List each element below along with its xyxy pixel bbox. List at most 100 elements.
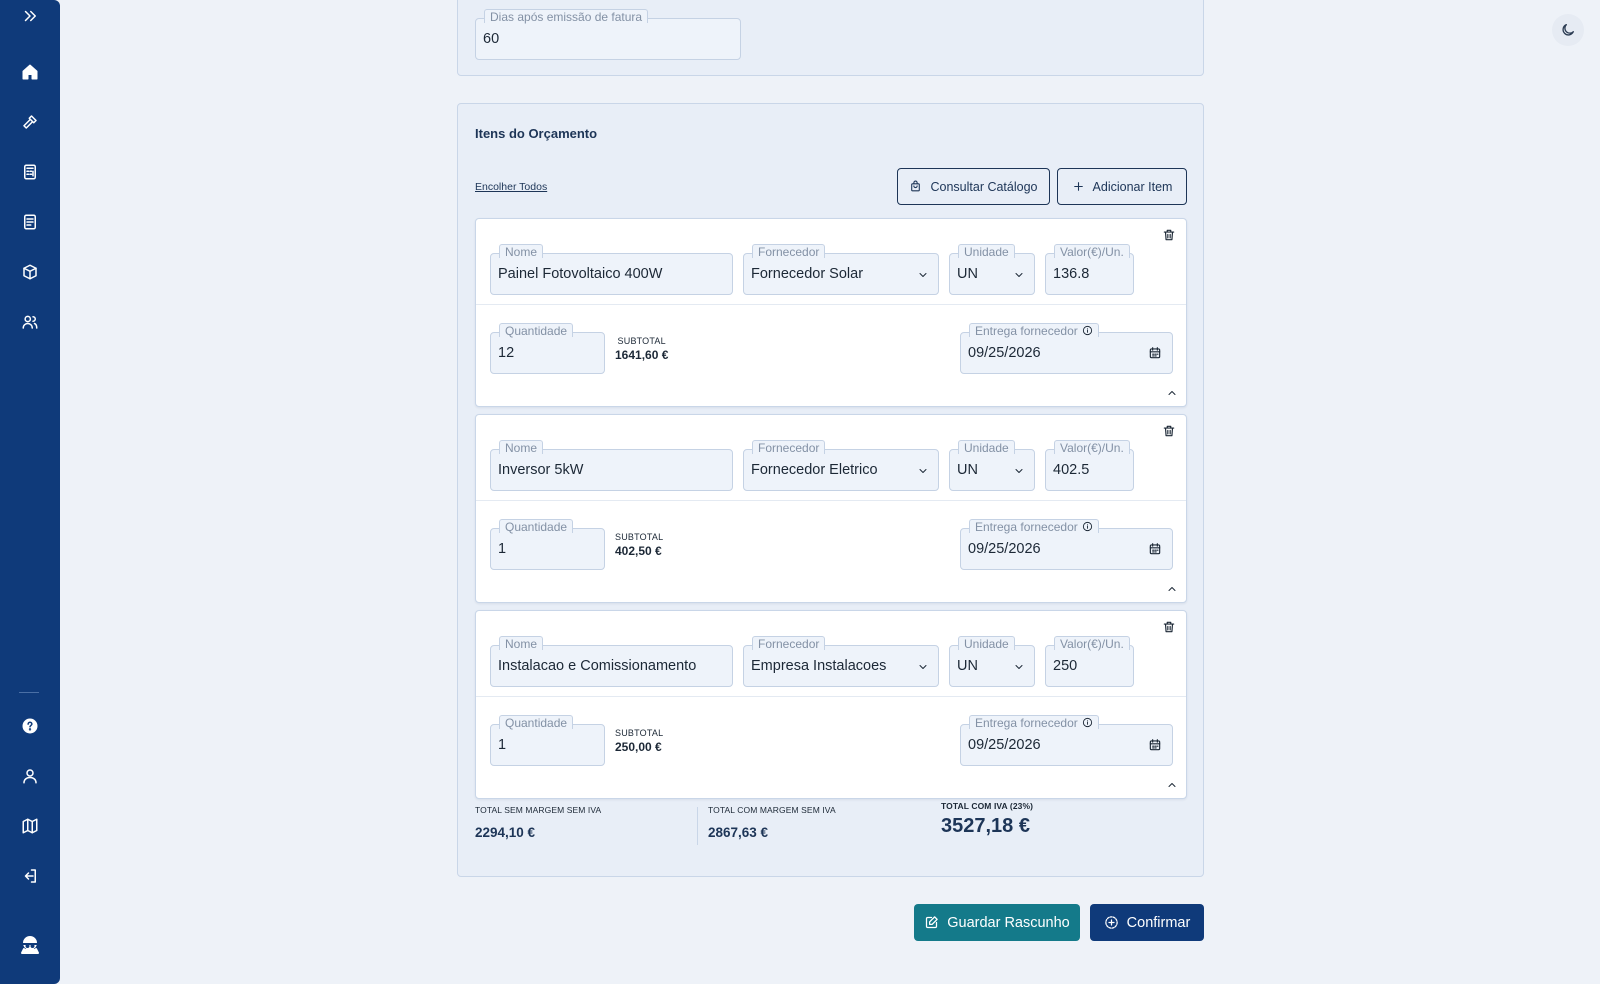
- row-divider: [476, 696, 1186, 697]
- users-icon[interactable]: [14, 306, 46, 338]
- item-name-label: Nome: [499, 244, 544, 259]
- item-supplier-label: Fornecedor: [752, 440, 826, 455]
- item-delivery-label: Entrega fornecedor: [969, 519, 1099, 534]
- logo-icon: [14, 928, 46, 960]
- chevron-up-icon[interactable]: [1166, 582, 1178, 594]
- calendar-icon[interactable]: [1148, 346, 1162, 360]
- item-supplier-value: Empresa Instalacoes: [751, 658, 887, 674]
- payment-terms-panel: Dias após emissão de fatura 60: [457, 0, 1204, 76]
- calendar-icon[interactable]: [1148, 738, 1162, 752]
- item-supplier-select[interactable]: Fornecedor Fornecedor Eletrico: [743, 440, 939, 491]
- item-unit-label: Unidade: [958, 244, 1015, 259]
- chevron-up-icon[interactable]: [1166, 386, 1178, 398]
- shopping-bag-icon: [909, 180, 922, 193]
- item-unit-select[interactable]: Unidade UN: [949, 636, 1035, 687]
- chevron-down-icon: [917, 660, 929, 672]
- trash-icon[interactable]: [1162, 620, 1176, 634]
- item-price-label: Valor(€)/Un.: [1054, 244, 1130, 259]
- theme-toggle-button[interactable]: [1552, 14, 1584, 46]
- item-delivery-date-field[interactable]: Entrega fornecedor 09/25/2026: [960, 323, 1173, 374]
- plus-icon: [1072, 180, 1085, 193]
- item-name-value: Instalacao e Comissionamento: [498, 658, 697, 674]
- item-price-field[interactable]: Valor(€)/Un. 136.8: [1045, 244, 1134, 295]
- item-quantity-label: Quantidade: [499, 715, 574, 730]
- item-quantity-value: 12: [498, 345, 515, 361]
- item-delivery-date-field[interactable]: Entrega fornecedor 09/25/2026: [960, 715, 1173, 766]
- calendar-icon[interactable]: [1148, 542, 1162, 556]
- package-icon[interactable]: [14, 256, 46, 288]
- save-draft-label: Guardar Rascunho: [947, 914, 1070, 931]
- item-quantity-field[interactable]: Quantidade 1: [490, 715, 605, 766]
- row-divider: [476, 304, 1186, 305]
- item-delivery-label-text: Entrega fornecedor: [975, 520, 1078, 534]
- item-unit-select[interactable]: Unidade UN: [949, 244, 1035, 295]
- item-subtotal-label: SUBTOTAL: [617, 336, 666, 346]
- catalog-button-label: Consultar Catálogo: [930, 179, 1038, 194]
- moon-icon: [1560, 22, 1576, 38]
- save-draft-button[interactable]: Guardar Rascunho: [914, 904, 1080, 941]
- item-price-label: Valor(€)/Un.: [1054, 636, 1130, 651]
- add-item-button[interactable]: Adicionar Item: [1057, 168, 1187, 205]
- item-name-field[interactable]: Nome Painel Fotovoltaico 400W: [490, 244, 733, 295]
- chevrons-right-icon[interactable]: [14, 0, 46, 32]
- chevron-down-icon: [1013, 660, 1025, 672]
- help-icon[interactable]: [14, 710, 46, 742]
- item-supplier-select[interactable]: Fornecedor Fornecedor Solar: [743, 244, 939, 295]
- sidebar-divider: [19, 692, 39, 693]
- trash-icon[interactable]: [1162, 424, 1176, 438]
- logout-icon[interactable]: [14, 860, 46, 892]
- item-quantity-label: Quantidade: [499, 519, 574, 534]
- item-quantity-field[interactable]: Quantidade 1: [490, 519, 605, 570]
- item-name-label: Nome: [499, 440, 544, 455]
- item-price-value: 136.8: [1053, 266, 1090, 282]
- item-supplier-value: Fornecedor Eletrico: [751, 462, 878, 478]
- collapse-all-link[interactable]: Encolher Todos: [475, 181, 547, 193]
- user-icon[interactable]: [14, 760, 46, 792]
- info-icon: [1082, 521, 1093, 532]
- item-unit-value: UN: [957, 658, 978, 674]
- payment-days-label: Dias após emissão de fatura: [484, 9, 649, 24]
- hammer-icon[interactable]: [14, 106, 46, 138]
- item-delivery-value: 09/25/2026: [968, 345, 1041, 361]
- total-no-margin-no-vat: TOTAL SEM MARGEM SEM IVA 2294,10 €: [475, 805, 601, 840]
- calculator-icon[interactable]: [14, 156, 46, 188]
- item-delivery-label-text: Entrega fornecedor: [975, 324, 1078, 338]
- item-name-label: Nome: [499, 636, 544, 651]
- home-icon[interactable]: [14, 56, 46, 88]
- map-icon[interactable]: [14, 810, 46, 842]
- item-card-2: Nome Inversor 5kW Fornecedor Fornecedor …: [475, 414, 1187, 603]
- confirm-icon: [1104, 915, 1119, 930]
- item-card-3: Nome Instalacao e Comissionamento Fornec…: [475, 610, 1187, 799]
- item-name-value: Inversor 5kW: [498, 462, 584, 478]
- chevron-up-icon[interactable]: [1166, 778, 1178, 790]
- chevron-down-icon: [1013, 464, 1025, 476]
- item-price-field[interactable]: Valor(€)/Un. 250: [1045, 636, 1134, 687]
- item-name-field[interactable]: Nome Inversor 5kW: [490, 440, 733, 491]
- edit-icon: [924, 915, 939, 930]
- item-quantity-field[interactable]: Quantidade 12: [490, 323, 605, 374]
- items-panel: Itens do Orçamento Encolher Todos Consul…: [457, 103, 1204, 877]
- payment-days-field[interactable]: Dias após emissão de fatura 60: [475, 9, 741, 60]
- confirm-label: Confirmar: [1126, 914, 1191, 931]
- item-unit-label: Unidade: [958, 636, 1015, 651]
- item-subtotal-value: 250,00 €: [615, 740, 662, 754]
- item-unit-value: UN: [957, 462, 978, 478]
- total-no-margin-no-vat-value: 2294,10 €: [475, 825, 536, 840]
- item-delivery-date-field[interactable]: Entrega fornecedor 09/25/2026: [960, 519, 1173, 570]
- catalog-button[interactable]: Consultar Catálogo: [897, 168, 1050, 205]
- item-name-field[interactable]: Nome Instalacao e Comissionamento: [490, 636, 733, 687]
- item-unit-select[interactable]: Unidade UN: [949, 440, 1035, 491]
- item-subtotal-value: 402,50 €: [615, 544, 662, 558]
- item-price-field[interactable]: Valor(€)/Un. 402.5: [1045, 440, 1134, 491]
- item-delivery-value: 09/25/2026: [968, 737, 1041, 753]
- total-with-vat-value: 3527,18 €: [941, 815, 1030, 837]
- item-supplier-select[interactable]: Fornecedor Empresa Instalacoes: [743, 636, 939, 687]
- document-icon[interactable]: [14, 206, 46, 238]
- info-icon: [1082, 325, 1093, 336]
- totals-divider: [697, 807, 698, 845]
- row-divider: [476, 500, 1186, 501]
- trash-icon[interactable]: [1162, 228, 1176, 242]
- item-delivery-label: Entrega fornecedor: [969, 323, 1099, 338]
- confirm-button[interactable]: Confirmar: [1090, 904, 1204, 941]
- info-icon: [1082, 717, 1093, 728]
